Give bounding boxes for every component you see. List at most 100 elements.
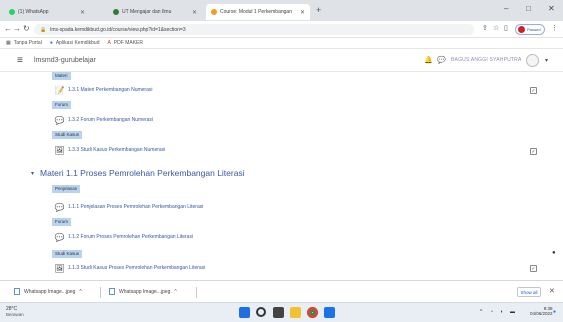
weather-widget[interactable]: 28°C Berawan	[6, 306, 24, 317]
close-icon[interactable]: ✕	[192, 9, 197, 16]
activity-link[interactable]: 1.1.2 Forum Proses Pemrolehan Perkembang…	[68, 234, 193, 240]
section-title[interactable]: Materi 1.1 Proses Pemrolehan Perkembanga…	[40, 168, 245, 178]
weather-desc: Berawan	[6, 312, 24, 317]
assignment-icon: 📝	[54, 85, 65, 95]
category-label: Penjelasan	[52, 185, 81, 193]
category-label: Forum	[52, 101, 72, 109]
activity-item[interactable]: 💬 1.1.2 Forum Proses Pemrolehan Perkemba…	[54, 231, 194, 243]
clock[interactable]: 9:38 04/06/2022	[530, 306, 553, 316]
profile-button[interactable]: Paused	[515, 24, 545, 35]
scroll-indicator: ●	[552, 250, 556, 256]
wifi-icon[interactable]: ◔	[490, 309, 493, 315]
bookmark-item[interactable]: A PDF MAKER	[107, 40, 143, 46]
clock-date: 04/06/2022	[530, 311, 553, 316]
activity-item[interactable]: 📝 1.3.1 Materi Perkembangan Numerasi	[55, 84, 153, 96]
moodle-navbar: ≡ lmsmd3-gurubelajar 🔔 💬 BAGUS ANGGI SYA…	[0, 50, 563, 72]
maximize-button[interactable]: □	[526, 4, 531, 13]
download-filename: Whatsapp Image...jpeg	[24, 288, 76, 295]
completion-checkbox[interactable]: ✓	[530, 148, 537, 155]
show-all-button[interactable]: Show all	[517, 287, 541, 297]
chevron-down-icon[interactable]: ▾	[31, 170, 34, 177]
task-view-icon[interactable]	[273, 307, 284, 318]
file-icon	[14, 288, 20, 295]
completion-checkbox[interactable]: ✓	[530, 265, 537, 272]
activity-link[interactable]: 1.3.1 Materi Perkembangan Numerasi	[68, 87, 153, 93]
forum-icon: 💬	[54, 232, 65, 242]
whatsapp-icon	[9, 9, 15, 15]
windows-start-icon[interactable]	[239, 307, 250, 318]
moodle-icon	[211, 9, 217, 15]
url-input[interactable]: 🔒 lms-spada.kemdikbud.go.id/course/view.…	[34, 24, 474, 35]
apps-icon: ▦	[6, 40, 11, 46]
globe-icon: ●	[49, 40, 53, 46]
bookmark-label: Tanpa Portal	[13, 40, 42, 46]
chrome-icon[interactable]	[307, 307, 318, 318]
new-tab-button[interactable]: +	[316, 5, 321, 15]
download-item[interactable]: Whatsapp Image...jpeg ^	[109, 288, 177, 295]
star-icon[interactable]: ☆	[493, 24, 499, 32]
site-name-link[interactable]: lmsmd3-gurubelajar	[34, 57, 96, 64]
tab-ut-mengajar[interactable]: UT Mengajar dan Ilmu ✕	[108, 4, 202, 20]
user-avatar[interactable]	[526, 54, 539, 67]
url-text: lms-spada.kemdikbud.go.id/course/view.ph…	[50, 26, 186, 33]
download-filename: Whatsapp Image...jpeg	[119, 288, 171, 295]
file-explorer-icon[interactable]	[290, 307, 301, 318]
menu-icon[interactable]: ⋮	[551, 24, 558, 32]
app-icon[interactable]	[324, 307, 335, 318]
course-content: Materi 📝 1.3.1 Materi Perkembangan Numer…	[0, 72, 563, 280]
battery-icon[interactable]: ▬	[510, 309, 515, 315]
activity-link[interactable]: 1.3.3 Studi Kasus Perkembangan Numerasi	[68, 147, 165, 153]
back-arrow-icon[interactable]: ←	[4, 24, 12, 33]
bookmark-item[interactable]: ● Aplikasi Kemdikbud	[50, 40, 100, 46]
forum-icon: 💬	[54, 202, 65, 212]
file-icon	[109, 288, 115, 295]
taskbar: 28°C Berawan ^ ◔ ◖ ▬ 9:38 04/06/2022 ●	[0, 302, 563, 322]
chevron-down-icon[interactable]: ▾	[545, 57, 548, 64]
chevron-up-icon[interactable]: ^	[79, 289, 81, 295]
notification-bell-icon[interactable]: 🔔	[424, 56, 433, 64]
section-header[interactable]: ▾ Materi 1.1 Proses Pemrolehan Perkemban…	[31, 168, 245, 178]
activity-item[interactable]: 💬 1.3.2 Forum Perkembangan Numerasi	[54, 114, 154, 126]
completion-checkbox[interactable]: ✓	[530, 87, 537, 94]
close-icon[interactable]: ✕	[80, 9, 85, 16]
activity-link[interactable]: 1.1.1 Penjelasan Proses Pemrolehan Perke…	[68, 204, 203, 210]
divider	[196, 287, 197, 298]
category-label: Forum	[52, 218, 72, 226]
forum-icon: 💬	[54, 115, 65, 125]
sidebar-icon[interactable]: ▯	[504, 24, 508, 32]
close-icon[interactable]: ✕	[549, 287, 555, 295]
divider	[100, 287, 101, 298]
activity-link[interactable]: 1.1.3 Studi Kasus Proses Pemrolehan Perk…	[68, 265, 205, 271]
activity-item[interactable]: 🖼 1.1.3 Studi Kasus Proses Pemrolehan Pe…	[54, 262, 205, 274]
forward-arrow-icon[interactable]: →	[13, 24, 21, 33]
tab-course[interactable]: Course: Modul 1 Perkembangan ✕	[206, 4, 310, 20]
tab-whatsapp[interactable]: (1) WhatsApp ✕	[4, 4, 90, 20]
share-icon[interactable]: ⇪	[482, 24, 488, 32]
chevron-up-icon[interactable]: ^	[480, 309, 482, 315]
hamburger-menu-icon[interactable]: ≡	[17, 55, 23, 66]
close-window-button[interactable]: ✕	[548, 4, 555, 13]
download-item[interactable]: Whatsapp Image...jpeg ^	[14, 288, 82, 295]
downloads-bar: Whatsapp Image...jpeg ^ Whatsapp Image..…	[0, 280, 563, 302]
lock-icon: 🔒	[40, 26, 47, 33]
close-icon[interactable]: ✕	[300, 9, 305, 16]
image-icon: 🖼	[54, 145, 65, 155]
activity-link[interactable]: 1.3.2 Forum Perkembangan Numerasi	[68, 117, 153, 123]
avatar	[518, 26, 525, 33]
message-icon[interactable]: 💬	[437, 56, 446, 64]
minimize-button[interactable]: –	[504, 4, 508, 13]
volume-icon[interactable]: ◖	[500, 309, 503, 315]
bookmark-item[interactable]: ▦ Tanpa Portal	[6, 40, 42, 46]
category-label: Materi	[52, 72, 71, 80]
browser-tab-bar: (1) WhatsApp ✕ UT Mengajar dan Ilmu ✕ Co…	[0, 0, 563, 21]
activity-item[interactable]: 🖼 1.3.3 Studi Kasus Perkembangan Numeras…	[54, 144, 165, 156]
notification-icon[interactable]: ●	[553, 309, 556, 315]
search-icon[interactable]	[256, 307, 266, 317]
tab-title: (1) WhatsApp	[18, 9, 49, 15]
activity-item[interactable]: 💬 1.1.1 Penjelasan Proses Pemrolehan Per…	[54, 201, 204, 213]
reload-icon[interactable]: ↻	[23, 24, 30, 33]
user-name[interactable]: BAGUS ANGGI SYAHPUTRA	[451, 57, 522, 63]
bookmark-label: PDF MAKER	[113, 40, 143, 46]
address-bar-row: ← → ↻ 🔒 lms-spada.kemdikbud.go.id/course…	[0, 21, 563, 38]
chevron-up-icon[interactable]: ^	[174, 289, 176, 295]
